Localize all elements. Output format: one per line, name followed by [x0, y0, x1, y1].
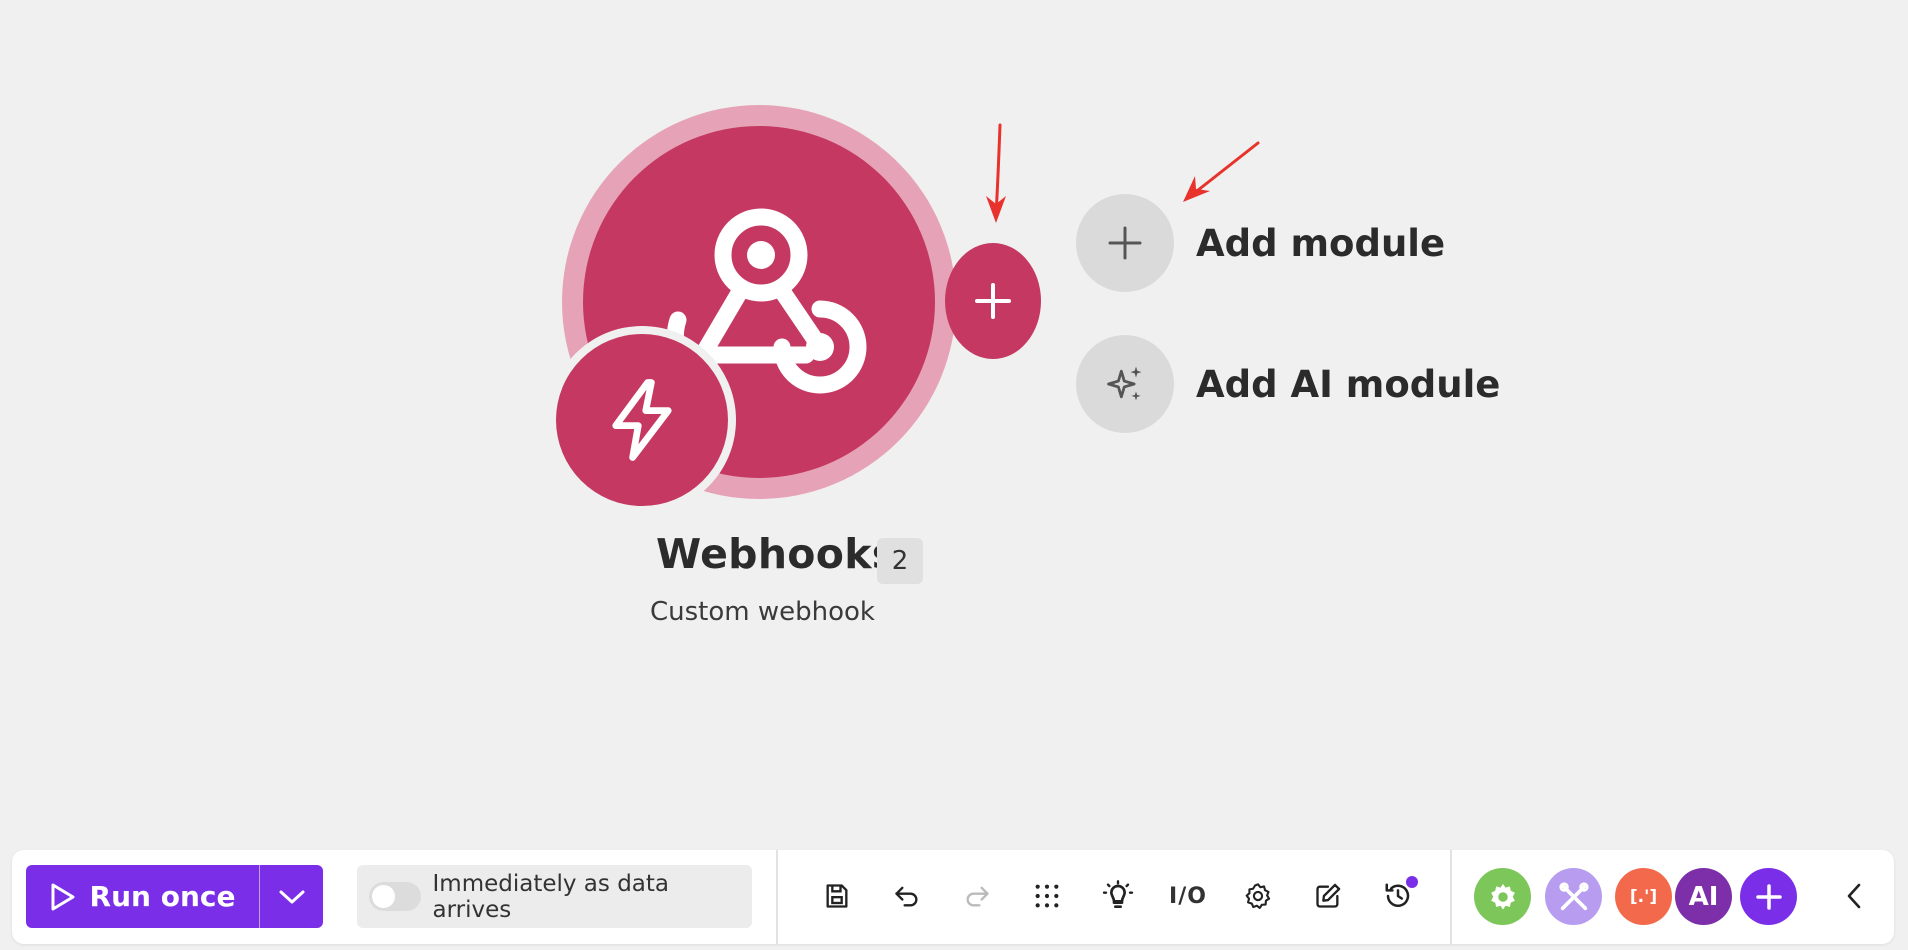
annotation-arrow-diagonal	[1186, 141, 1260, 200]
toolbar-divider	[1450, 850, 1452, 944]
collapse-toolbar-button[interactable]	[1832, 874, 1876, 918]
instant-trigger-badge	[548, 326, 736, 514]
annotation-arrow-down	[994, 123, 1002, 217]
version-history-button[interactable]	[1376, 874, 1420, 918]
io-button[interactable]: I/O	[1166, 874, 1210, 918]
ai-app-label: AI	[1688, 881, 1719, 912]
bottom-toolbar: Run once Immediately as data arrives I/O…	[12, 850, 1894, 944]
toolbar-divider	[776, 850, 778, 944]
save-button[interactable]	[815, 874, 859, 918]
add-module-option[interactable]: Add module	[1076, 194, 1445, 292]
run-once-group: Run once	[26, 865, 323, 928]
sparkles-icon	[1107, 366, 1142, 401]
undo-icon	[895, 886, 918, 907]
toggle-knob	[372, 885, 395, 908]
undo-button[interactable]	[885, 874, 929, 918]
grid-icon	[1035, 884, 1059, 908]
chevron-down-icon	[279, 890, 304, 903]
add-module-label: Add module	[1196, 221, 1446, 265]
flow-control-app-button[interactable]	[1545, 868, 1602, 925]
lightbulb-icon	[1102, 880, 1134, 908]
plus-icon	[1108, 226, 1142, 260]
add-ai-module-option[interactable]: Add AI module	[1076, 335, 1500, 433]
trigger-inner	[556, 334, 728, 506]
io-icon: I/O	[1169, 883, 1207, 909]
run-once-button[interactable]: Run once	[26, 865, 260, 928]
run-options-dropdown[interactable]	[260, 865, 323, 928]
play-icon	[51, 883, 75, 910]
lightning-bolt-icon	[612, 379, 672, 461]
tools-app-button[interactable]	[1474, 868, 1531, 925]
module-count-badge: 2	[877, 538, 923, 584]
run-once-label: Run once	[89, 880, 236, 913]
cross-tools-icon	[1558, 881, 1589, 910]
text-parser-app-button[interactable]: [.']	[1615, 868, 1672, 925]
explain-flow-button[interactable]	[1096, 874, 1140, 918]
add-app-button[interactable]	[1740, 868, 1797, 925]
scenario-settings-button[interactable]	[1236, 874, 1280, 918]
schedule-setting[interactable]: Immediately as data arrives	[357, 865, 752, 928]
notes-icon	[1316, 883, 1341, 908]
ai-app-button[interactable]: AI	[1675, 868, 1732, 925]
schedule-label: Immediately as data arrives	[432, 870, 670, 923]
add-ai-module-label: Add AI module	[1196, 362, 1501, 406]
redo-icon	[966, 886, 989, 907]
gear-icon	[1490, 883, 1515, 909]
module-subtitle: Custom webhook	[650, 597, 875, 627]
add-module-circle[interactable]	[1076, 194, 1174, 292]
add-ai-module-circle[interactable]	[1076, 335, 1174, 433]
auto-align-button[interactable]	[1025, 874, 1069, 918]
schedule-toggle[interactable]	[369, 882, 421, 911]
redo-button[interactable]	[955, 874, 999, 918]
history-notification-dot	[1406, 876, 1418, 888]
chevron-left-icon	[1847, 883, 1861, 909]
save-icon	[826, 884, 848, 908]
gear-icon	[1245, 883, 1271, 909]
annotation-arrows	[986, 123, 1260, 223]
module-title: Webhooks	[656, 530, 897, 578]
add-next-module-button[interactable]	[945, 243, 1041, 359]
plus-icon	[975, 283, 1011, 319]
plus-icon	[1755, 883, 1782, 910]
notes-button[interactable]	[1306, 874, 1350, 918]
brackets-icon: [.']	[1629, 886, 1658, 907]
